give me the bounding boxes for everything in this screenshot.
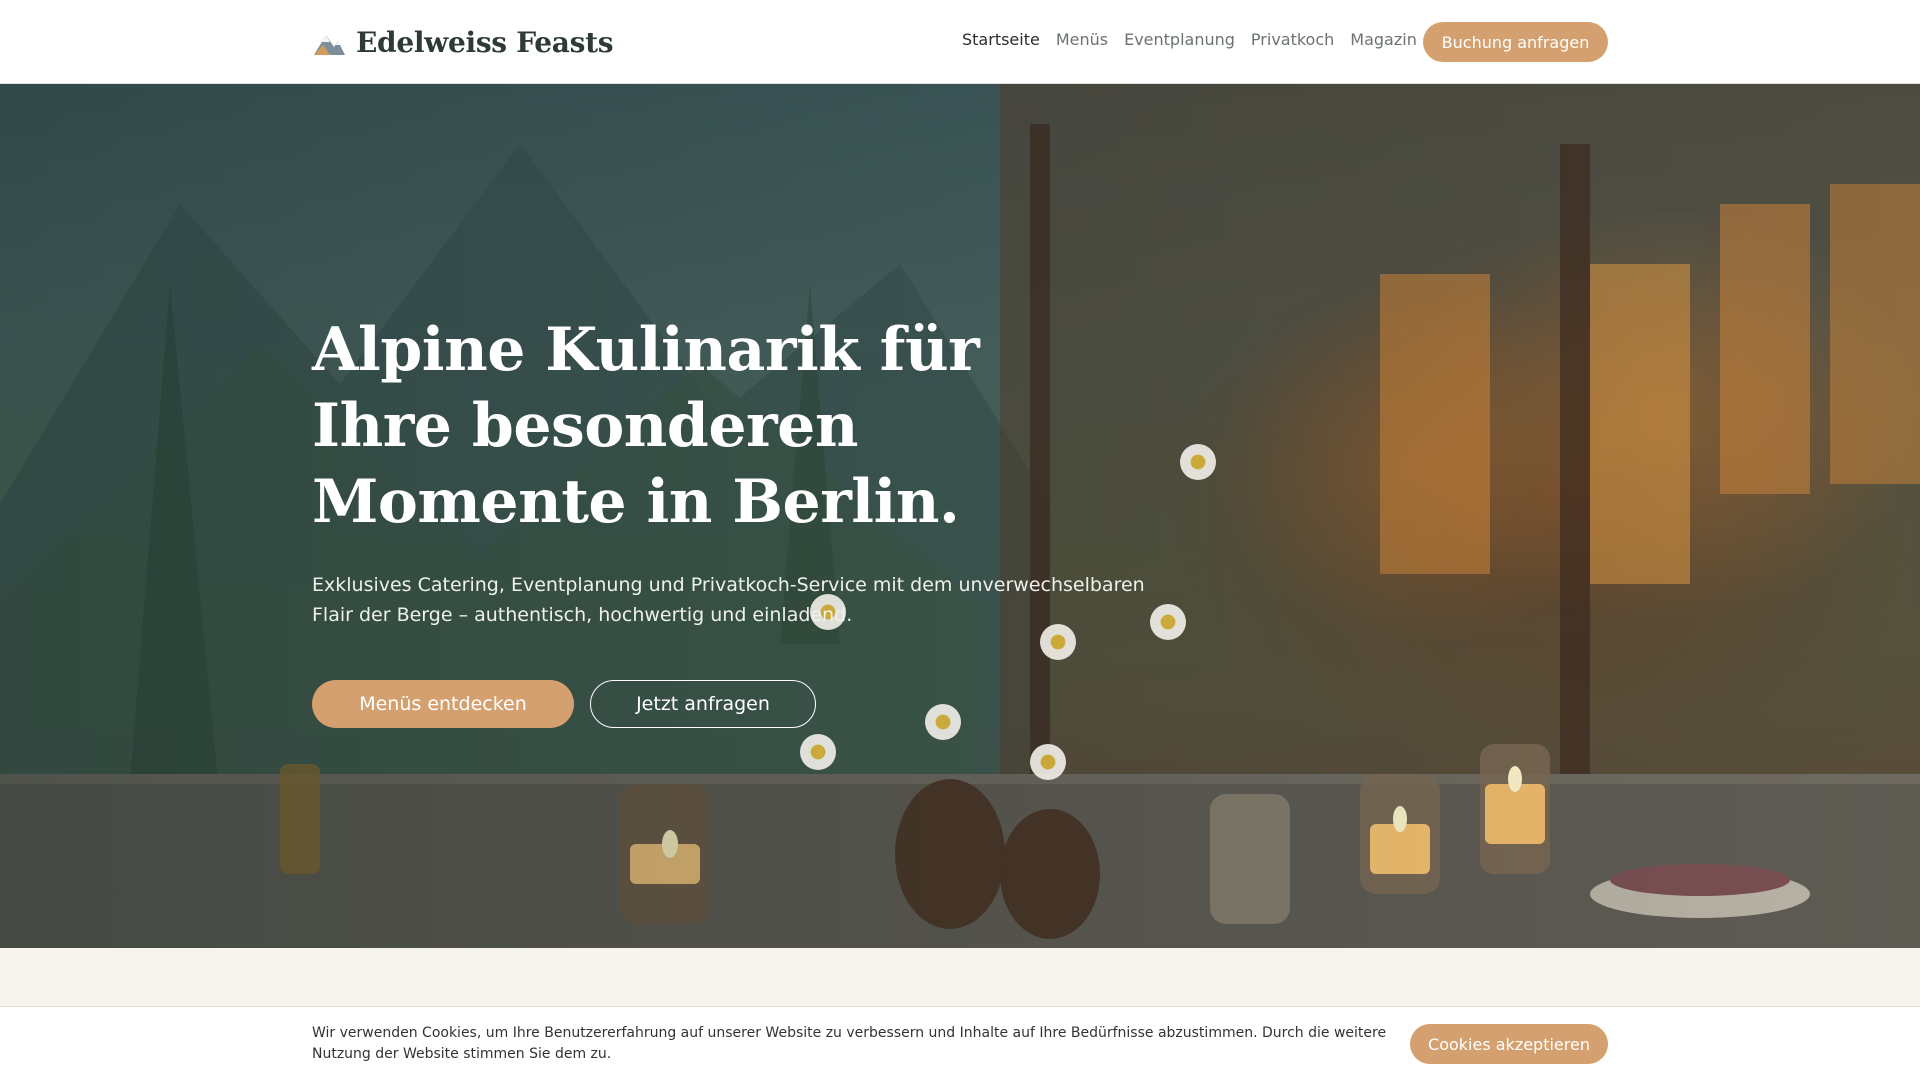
hero-section: Alpine Kulinarik für Ihre besonderen Mom…	[0, 84, 1920, 948]
daisy-flower-icon	[1030, 744, 1066, 780]
nav-item-magazin[interactable]: Magazin	[1350, 30, 1417, 49]
hero-buttons: Menüs entdecken Jetzt anfragen	[312, 680, 1212, 728]
accept-cookies-button[interactable]: Cookies akzeptieren	[1410, 1024, 1608, 1064]
brand-name: Edelweiss Feasts	[356, 25, 614, 59]
discover-menus-button[interactable]: Menüs entdecken	[312, 680, 574, 728]
nav-item-eventplanung[interactable]: Eventplanung	[1124, 30, 1235, 49]
hero-subtitle: Exklusives Catering, Eventplanung und Pr…	[312, 574, 1145, 626]
cookie-banner-text: Wir verwenden Cookies, um Ihre Benutzere…	[312, 1025, 1387, 1062]
next-section-strip	[0, 948, 1920, 1006]
hero-title: Alpine Kulinarik für Ihre besonderen Mom…	[312, 315, 980, 537]
main-nav: Startseite Menüs Eventplanung Privatkoch…	[962, 30, 1433, 49]
mountain-logo-icon	[314, 35, 345, 55]
nav-item-privatkoch[interactable]: Privatkoch	[1251, 30, 1334, 49]
brand[interactable]: Edelweiss Feasts	[312, 22, 613, 62]
nav-item-menues[interactable]: Menüs	[1056, 30, 1108, 49]
site-header: Edelweiss Feasts Startseite Menüs Eventp…	[0, 0, 1920, 84]
booking-request-button[interactable]: Buchung anfragen	[1423, 22, 1608, 62]
cookie-banner: Wir verwenden Cookies, um Ihre Benutzere…	[0, 1006, 1920, 1080]
hero-content: Alpine Kulinarik für Ihre besonderen Mom…	[312, 312, 1212, 728]
nav-item-startseite[interactable]: Startseite	[962, 30, 1040, 49]
request-now-button[interactable]: Jetzt anfragen	[590, 680, 816, 728]
daisy-flower-icon	[800, 734, 836, 770]
